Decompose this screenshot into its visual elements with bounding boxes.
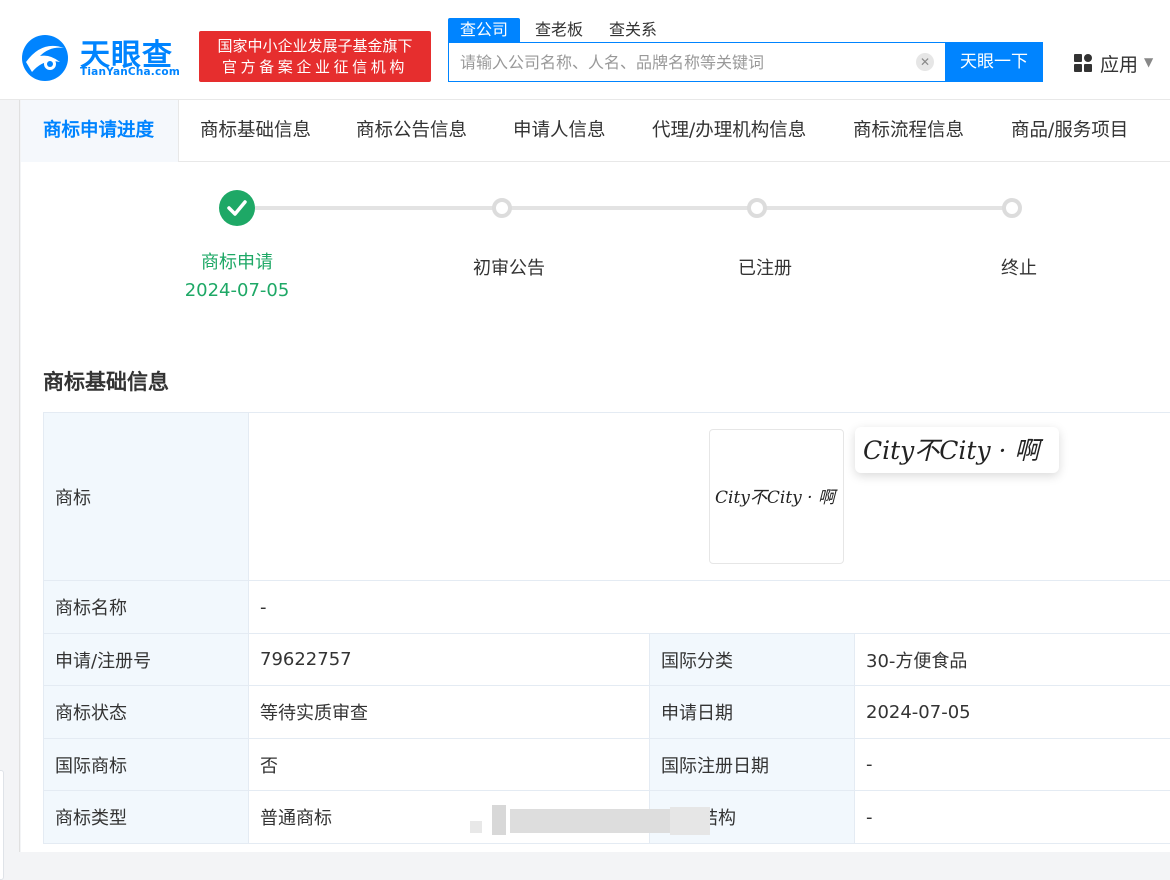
reg-number-label: 申请/注册号 — [43, 634, 249, 685]
badge-line-2: 官方备案企业征信机构 — [221, 58, 408, 76]
status-value: 等待实质审查 — [249, 686, 649, 738]
badge-line-1: 国家中小企业发展子基金旗下 — [217, 37, 413, 55]
trademark-logo-zoom-text: City不City · 啊 — [863, 436, 1043, 465]
step-date-application: 2024-07-05 — [184, 280, 290, 301]
watermark-graphic — [470, 805, 710, 835]
search-button[interactable]: 天眼一下 — [945, 42, 1043, 82]
step-completed-check-icon — [219, 190, 255, 226]
left-sidebar — [0, 100, 20, 880]
search-box: ✕ 天眼一下 — [448, 42, 1043, 82]
search-tab-boss[interactable]: 查老板 — [535, 18, 583, 42]
tab-announcement-info[interactable]: 商标公告信息 — [356, 100, 467, 162]
intl-reg-date-value: - — [855, 739, 1170, 790]
progress-steps: 商标申请 2024-07-05 初审公告 已注册 终止 — [21, 162, 1170, 362]
step-label-terminated: 终止 — [1001, 258, 1037, 279]
intl-class-value: 30-方便食品 — [855, 634, 1170, 685]
tab-basic-info[interactable]: 商标基础信息 — [200, 100, 311, 162]
step-dot-registered — [747, 198, 767, 218]
trademark-logo-graphic: City不City · 啊 — [715, 488, 838, 508]
trademark-image[interactable]: City不City · 啊 — [709, 429, 844, 564]
structure-value: - — [855, 791, 1170, 843]
search-tab-company[interactable]: 查公司 — [448, 18, 521, 42]
official-badge: 国家中小企业发展子基金旗下 官方备案企业征信机构 — [199, 31, 431, 82]
apps-label: 应用 — [1100, 54, 1139, 76]
apps-grid-icon — [1074, 54, 1092, 72]
sidebar-handle[interactable] — [0, 770, 4, 880]
status-label: 商标状态 — [43, 686, 249, 738]
progress-line — [255, 206, 1013, 210]
tab-process-info[interactable]: 商标流程信息 — [853, 100, 964, 162]
intl-trademark-value: 否 — [249, 739, 649, 790]
trademark-logo-text: City不City · 啊 — [715, 488, 838, 508]
trademark-image-zoom-preview: City不City · 啊 — [855, 427, 1059, 473]
apply-date-label: 申请日期 — [649, 686, 855, 738]
apply-date-value: 2024-07-05 — [855, 686, 1170, 738]
tab-applicant-info[interactable]: 申请人信息 — [513, 100, 606, 162]
table-row: 申请/注册号 79622757 国际分类 30-方便食品 — [43, 634, 1170, 686]
step-dot-terminated — [1002, 198, 1022, 218]
detail-tabs: 商标申请进度 商标基础信息 商标公告信息 申请人信息 代理/办理机构信息 商标流… — [21, 100, 1170, 162]
table-row-trademark-image: 商标 City不City · 啊 City不City · 啊 — [43, 413, 1170, 581]
tianyancha-logo[interactable]: 天眼查 TianYanCha.com — [20, 32, 190, 82]
intl-class-label: 国际分类 — [649, 634, 855, 685]
logo-eye-icon — [22, 35, 68, 81]
table-row: 商标状态 等待实质审查 申请日期 2024-07-05 — [43, 686, 1170, 739]
tab-application-progress[interactable]: 商标申请进度 — [21, 100, 179, 162]
search-tab-relation[interactable]: 查关系 — [609, 18, 657, 42]
trademark-logo-zoom-graphic: City不City · 啊 — [863, 436, 1043, 465]
name-label: 商标名称 — [43, 581, 249, 633]
step-dot-preliminary — [492, 198, 512, 218]
table-row: 国际商标 否 国际注册日期 - — [43, 739, 1170, 791]
clear-icon[interactable]: ✕ — [916, 53, 934, 71]
main-content: 商标申请进度 商标基础信息 商标公告信息 申请人信息 代理/办理机构信息 商标流… — [21, 100, 1170, 852]
step-label-preliminary: 初审公告 — [473, 258, 545, 279]
top-header: 天眼查 TianYanCha.com 国家中小企业发展子基金旗下 官方备案企业征… — [0, 0, 1170, 100]
step-label-application: 商标申请 — [201, 252, 273, 273]
logo-subtitle: TianYanCha.com — [80, 66, 180, 78]
reg-number-value: 79622757 — [249, 634, 649, 685]
intl-trademark-label: 国际商标 — [43, 739, 249, 790]
search-input[interactable] — [449, 43, 909, 81]
tab-agency-info[interactable]: 代理/办理机构信息 — [652, 100, 806, 162]
table-row: 商标名称 - — [43, 581, 1170, 634]
trademark-label: 商标 — [43, 413, 249, 580]
basic-info-table: 商标 City不City · 啊 City不City · 啊 商标名称 - 申请… — [43, 412, 1170, 844]
tab-goods-services[interactable]: 商品/服务项目 — [1011, 100, 1128, 162]
trademark-type-label: 商标类型 — [43, 791, 249, 843]
step-label-registered: 已注册 — [738, 258, 792, 279]
intl-reg-date-label: 国际注册日期 — [649, 739, 855, 790]
caret-down-icon: ▼ — [1144, 55, 1154, 69]
section-title-basic-info: 商标基础信息 — [43, 370, 169, 394]
name-value: - — [249, 581, 1170, 633]
